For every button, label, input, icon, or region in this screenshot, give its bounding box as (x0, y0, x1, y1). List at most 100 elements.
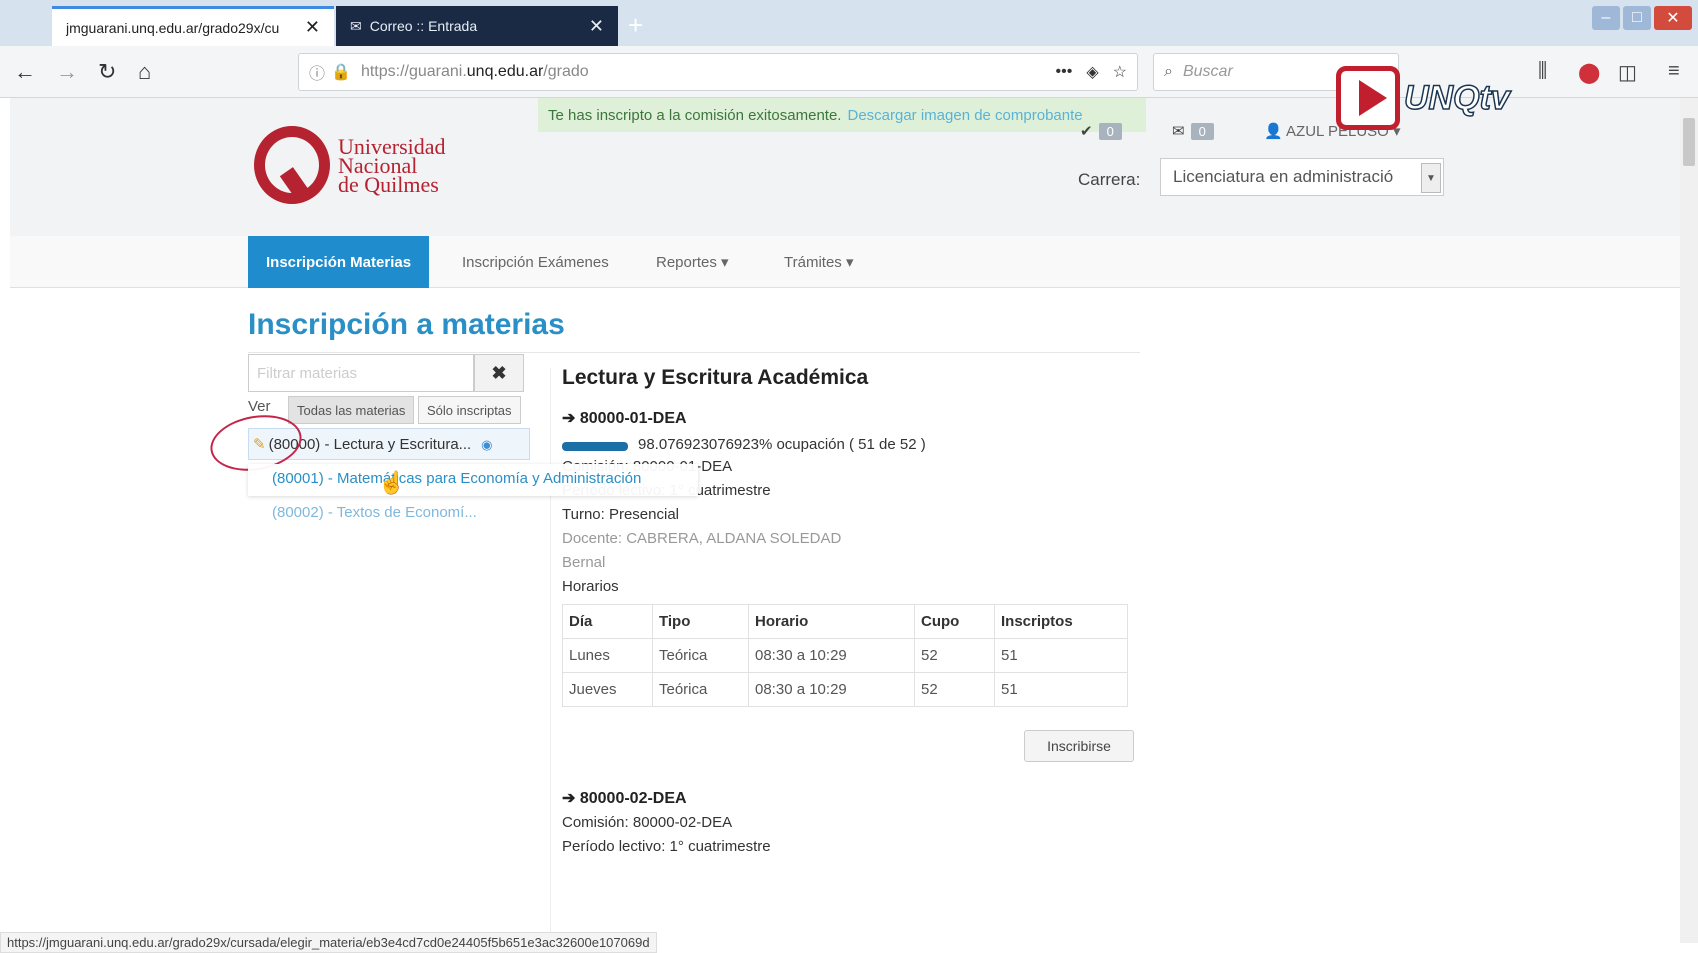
back-icon[interactable]: ← (14, 59, 36, 85)
col-cupo: Cupo (914, 604, 995, 639)
menu-icon[interactable]: ≡ (1668, 60, 1680, 83)
periodo-text: Período lectivo: 1° cuatrimestre (562, 838, 771, 855)
comision-code: ➔ 80000-02-DEA (562, 790, 687, 807)
url-text: https://guarani.unq.edu.ar/grado (360, 63, 589, 80)
home-icon[interactable]: ⌂ (138, 59, 151, 85)
col-inscriptos: Inscriptos (994, 604, 1128, 639)
reload-icon[interactable]: ↻ (98, 59, 116, 85)
ver-inscriptas-button[interactable]: Sólo inscriptas (418, 396, 521, 424)
chevron-down-icon: ▼ (1421, 163, 1441, 193)
table-row: Lunes Teórica 08:30 a 10:29 52 51 (562, 638, 1128, 673)
maximize-icon[interactable]: □ (1623, 6, 1651, 30)
new-tab-button[interactable]: + (628, 10, 643, 41)
docente-text: Docente: CABRERA, ALDANA SOLEDAD (562, 530, 842, 547)
occupancy-text: 98.076923076923% ocupación ( 51 de 52 ) (638, 436, 926, 453)
mail-icon: ✉ (350, 17, 362, 34)
check-icon: ✔ (1080, 123, 1093, 140)
tab-title: jmguarani.unq.edu.ar/grado29x/cu (66, 19, 280, 36)
pocket-icon[interactable]: ◈ (1086, 62, 1098, 82)
status-bar-url: https://jmguarani.unq.edu.ar/grado29x/cu… (0, 932, 657, 953)
tab-title: Correo :: Entrada (369, 18, 478, 34)
notifications[interactable]: ✔ 0 (1080, 122, 1122, 140)
success-alert: Te has inscripto a la comisión exitosame… (538, 98, 1146, 132)
comision-text: Comisión: 80000-02-DEA (562, 814, 733, 831)
col-dia: Día (562, 604, 653, 639)
download-receipt-link[interactable]: Descargar imagen de comprobante (847, 107, 1082, 124)
forward-icon[interactable]: → (56, 59, 78, 85)
cell-tipo: Teórica (652, 672, 749, 707)
comision-code: ➔ 80000-01-DEA (562, 410, 687, 427)
scrollbar-thumb[interactable] (1683, 118, 1695, 166)
table-row: Jueves Teórica 08:30 a 10:29 52 51 (562, 672, 1128, 707)
messages[interactable]: ✉ 0 (1172, 122, 1214, 140)
menu-inscripcion-materias[interactable]: Inscripción Materias (248, 236, 430, 288)
cell-dia: Lunes (562, 638, 653, 673)
sidebar-icon[interactable]: ◫ (1618, 60, 1637, 85)
cell-cupo: 52 (914, 638, 995, 673)
clear-filter-button[interactable]: ✖ (474, 354, 524, 392)
main-menu: Inscripción Materias Inscripción Exámene… (10, 236, 1680, 288)
info-icon[interactable]: ⓘ (309, 60, 325, 84)
search-icon: ⌕ (1164, 63, 1173, 80)
inscribirse-button[interactable]: Inscribirse (1024, 730, 1134, 762)
page-content: Universidad Nacional de Quilmes Te has i… (10, 98, 1680, 943)
col-tipo: Tipo (652, 604, 749, 639)
divider (248, 352, 1140, 353)
logo-text: Universidad Nacional de Quilmes (338, 133, 446, 197)
window-controls: – □ ✕ (1592, 6, 1692, 30)
user-icon: 👤 (1264, 123, 1283, 140)
close-tab-icon[interactable]: ✕ (305, 17, 320, 38)
turno-text: Turno: Presencial (562, 506, 679, 523)
menu-inscripcion-examenes[interactable]: Inscripción Exámenes (444, 236, 627, 288)
minimize-icon[interactable]: – (1592, 6, 1620, 30)
close-tab-icon[interactable]: ✕ (589, 16, 604, 37)
sede-text: Bernal (562, 554, 606, 571)
page-title: Inscripción a materias (248, 308, 565, 341)
enrolled-icon: ◉ (481, 437, 493, 452)
envelope-icon: ✉ (1172, 123, 1185, 140)
ver-label: Ver (248, 398, 271, 415)
cell-horario: 08:30 a 10:29 (748, 638, 915, 673)
carrera-select[interactable]: Licenciatura en administració ▼ (1160, 158, 1444, 196)
cell-horario: 08:30 a 10:29 (748, 672, 915, 707)
filter-input[interactable]: Filtrar materias (248, 354, 474, 392)
mail-count: 0 (1190, 122, 1214, 140)
cell-cupo: 52 (914, 672, 995, 707)
library-icon[interactable]: ⫼ (1538, 60, 1547, 83)
url-bar[interactable]: ⓘ 🔒 https://guarani.unq.edu.ar/grado •••… (298, 53, 1138, 91)
materia-title: Lectura y Escritura Académica (562, 366, 869, 389)
list-item-materia-80002[interactable]: (80002) - Textos de Economí... (248, 498, 501, 527)
play-icon (1336, 66, 1400, 130)
menu-reportes[interactable]: Reportes ▾ (638, 236, 747, 288)
cell-dia: Jueves (562, 672, 653, 707)
carrera-label: Carrera: (1078, 170, 1141, 189)
browser-tab-guarani[interactable]: jmguarani.unq.edu.ar/grado29x/cu ✕ (52, 6, 334, 46)
cell-inscriptos: 51 (994, 638, 1128, 673)
hand-cursor-icon: ☝ (378, 470, 406, 495)
horarios-table: Día Tipo Horario Cupo Inscriptos Lunes T… (562, 604, 1128, 707)
bookmark-star-icon[interactable]: ☆ (1113, 62, 1127, 82)
divider (550, 368, 551, 943)
menu-tramites[interactable]: Trámites ▾ (766, 236, 871, 288)
notif-count: 0 (1098, 122, 1122, 140)
browser-tab-bar: jmguarani.unq.edu.ar/grado29x/cu ✕ ✉ Cor… (0, 0, 1698, 46)
unqtv-watermark: UNQtv (1336, 66, 1511, 130)
watermark-text: UNQtv (1403, 78, 1510, 118)
ver-todas-button[interactable]: Todas las materias (288, 396, 415, 424)
more-actions-icon[interactable]: ••• (1056, 63, 1073, 81)
cell-inscriptos: 51 (994, 672, 1128, 707)
horarios-label: Horarios (562, 578, 619, 595)
col-horario: Horario (748, 604, 915, 639)
search-placeholder: Buscar (1182, 63, 1233, 80)
browser-tab-correo[interactable]: ✉ Correo :: Entrada ✕ (336, 6, 618, 46)
adblock-icon[interactable]: ⬤ (1578, 60, 1600, 85)
close-window-icon[interactable]: ✕ (1654, 6, 1692, 30)
table-header-row: Día Tipo Horario Cupo Inscriptos (562, 604, 1128, 639)
scrollbar[interactable] (1680, 98, 1698, 943)
cell-tipo: Teórica (652, 638, 749, 673)
unq-logo[interactable]: Universidad Nacional de Quilmes (254, 126, 446, 204)
q-logo-icon (254, 126, 330, 204)
occupancy-bar (562, 442, 628, 451)
lock-icon: 🔒 (331, 64, 351, 81)
list-item-materia-80001[interactable]: (80001) - Matemáticas para Economía y Ad… (248, 464, 698, 496)
